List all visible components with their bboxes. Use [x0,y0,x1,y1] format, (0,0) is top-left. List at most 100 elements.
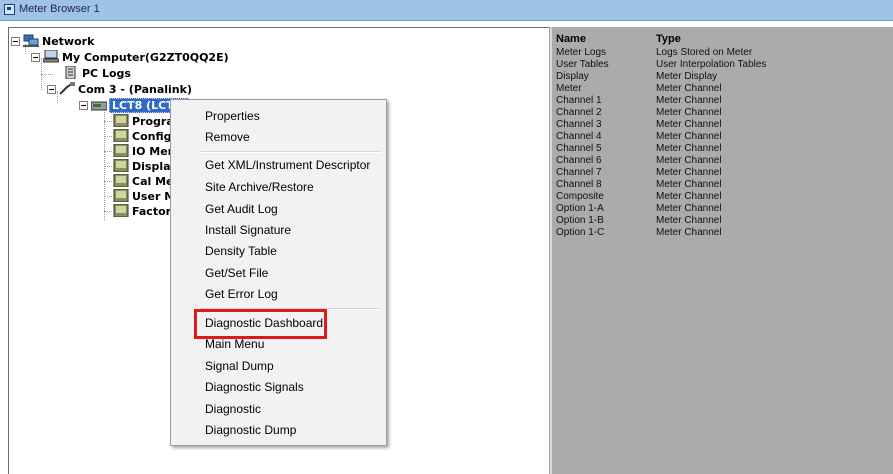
annotation-highlight-box [194,309,327,339]
list-item-type: Meter Channel [656,203,722,214]
menu-item-get-error-log[interactable]: Get Error Log [205,287,278,301]
list-item[interactable]: Channel 6 Meter Channel [552,155,893,166]
menu-item-signal-dump[interactable]: Signal Dump [205,359,274,373]
context-menu: Properties Remove Get XML/Instrument Des… [170,99,387,446]
list-item-type: Meter Channel [656,83,722,94]
list-item-type: Meter Channel [656,215,722,226]
tree-label-my-computer: My Computer(G2ZT0QQ2E) [62,51,229,64]
list-item[interactable]: Channel 2 Meter Channel [552,107,893,118]
list-item[interactable]: Channel 8 Meter Channel [552,179,893,190]
module-icon [113,159,129,172]
collapse-icon[interactable] [31,53,40,62]
tree-node-pc-logs[interactable]: PC Logs [63,66,183,81]
list-item-type: Meter Channel [656,95,722,106]
column-header-type[interactable]: Type [656,33,681,45]
computer-icon [43,50,59,63]
list-item[interactable]: User Tables User Interpolation Tables [552,59,893,70]
list-item-name: Option 1-C [556,227,605,238]
tree-label-com-port: Com 3 - (Panalink) [78,83,192,96]
list-item-type: Meter Display [656,71,718,82]
list-item-type: Meter Channel [656,143,722,154]
tree-label-network: Network [42,35,95,48]
collapse-icon[interactable] [79,101,88,110]
menu-item-diagnostic-dump[interactable]: Diagnostic Dump [205,423,296,437]
menu-item-diagnostic-signals[interactable]: Diagnostic Signals [205,380,304,394]
list-item-name: Channel 7 [556,167,602,178]
tree-label-pc-logs: PC Logs [82,67,131,80]
list-item[interactable]: Channel 3 Meter Channel [552,119,893,130]
list-item[interactable]: Channel 5 Meter Channel [552,143,893,154]
list-item-type: Meter Channel [656,167,722,178]
list-item[interactable]: Option 1-A Meter Channel [552,203,893,214]
list-item-name: Meter [556,83,582,94]
tree-label-child: Config [132,130,172,143]
list-item-name: Option 1-B [556,215,604,226]
menu-item-site-archive[interactable]: Site Archive/Restore [205,180,314,194]
menu-item-remove[interactable]: Remove [205,130,250,144]
tree-node-my-computer[interactable]: My Computer(G2ZT0QQ2E) [31,50,271,65]
list-item[interactable]: Meter Logs Logs Stored on Meter [552,47,893,58]
list-item-name: Channel 8 [556,179,602,190]
list-item[interactable]: Composite Meter Channel [552,191,893,202]
list-item[interactable]: Channel 4 Meter Channel [552,131,893,142]
menu-item-get-set-file[interactable]: Get/Set File [205,266,268,280]
list-item-name: Channel 5 [556,143,602,154]
list-item-type: Meter Channel [656,119,722,130]
menu-item-get-audit-log[interactable]: Get Audit Log [205,202,278,216]
list-item-type: Meter Channel [656,107,722,118]
list-item[interactable]: Channel 1 Meter Channel [552,95,893,106]
list-item-name: Channel 6 [556,155,602,166]
list-item[interactable]: Channel 7 Meter Channel [552,167,893,178]
list-item[interactable]: Meter Meter Channel [552,83,893,94]
list-item-name: Channel 3 [556,119,602,130]
list-item-name: User Tables [556,59,609,70]
list-item-name: Meter Logs [556,47,607,58]
collapse-icon[interactable] [47,85,56,94]
window-title: Meter Browser 1 [19,3,100,15]
menu-item-diagnostic[interactable]: Diagnostic [205,402,261,416]
list-item-type: Meter Channel [656,191,722,202]
network-icon [23,34,39,47]
cable-icon [59,82,75,95]
list-item[interactable]: Display Meter Display [552,71,893,82]
module-icon [113,114,129,127]
list-item[interactable]: Option 1-C Meter Channel [552,227,893,238]
list-item-name: Composite [556,191,604,202]
module-icon [113,204,129,217]
list-item-type: Logs Stored on Meter [656,47,753,58]
list-item-name: Channel 4 [556,131,602,142]
menu-item-properties[interactable]: Properties [205,109,260,123]
menu-item-main-menu[interactable]: Main Menu [205,337,264,351]
tree-label-child: Factor [132,205,172,218]
menu-item-density-table[interactable]: Density Table [205,244,277,258]
meter-device-icon [91,101,107,111]
tree-label-child: Progra [132,115,174,128]
menu-separator [201,151,381,153]
tree-label-child: Cal Me [132,175,174,188]
module-icon [113,189,129,202]
module-icon [113,129,129,142]
column-header-name[interactable]: Name [556,33,586,45]
title-bar: Meter Browser 1 [0,0,893,21]
module-icon [113,174,129,187]
module-icon [113,144,129,157]
menu-item-install-signature[interactable]: Install Signature [205,223,291,237]
list-item-type: Meter Channel [656,227,722,238]
collapse-icon[interactable] [11,37,20,46]
tree-node-network[interactable]: Network [11,34,131,49]
list-item-type: Meter Channel [656,179,722,190]
list-item-name: Option 1-A [556,203,604,214]
meter-browser-window: Meter Browser 1 Network My Computer(G2ZT… [0,0,893,474]
detail-list-pane[interactable]: Name Type Meter Logs Logs Stored on Meter… [552,27,893,474]
tree-label-child: IO Mer [132,145,174,158]
pc-logs-icon [65,66,76,79]
list-item-type: Meter Channel [656,131,722,142]
list-item-type: User Interpolation Tables [656,59,767,70]
menu-item-get-xml[interactable]: Get XML/Instrument Descriptor [205,158,370,172]
list-item-name: Display [556,71,589,82]
tree-label-child: User M [132,190,176,203]
list-item-name: Channel 2 [556,107,602,118]
tree-node-com-port[interactable]: Com 3 - (Panalink) [47,82,247,97]
list-item-type: Meter Channel [656,155,722,166]
list-item[interactable]: Option 1-B Meter Channel [552,215,893,226]
